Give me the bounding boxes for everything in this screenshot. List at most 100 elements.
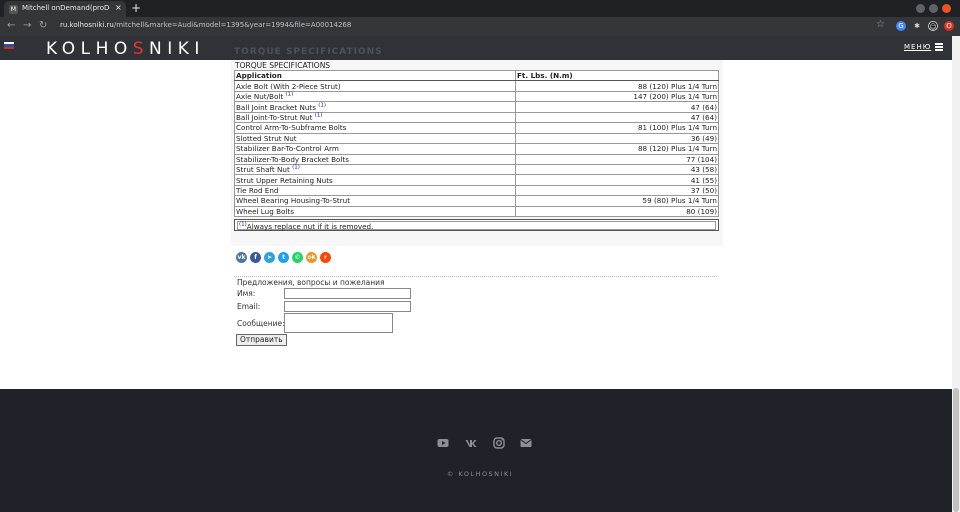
footnote: (1)Always replace nut if it is removed. <box>237 221 716 231</box>
browser-tab-bar: M Mitchell onDemand(proDe × + <box>0 0 960 17</box>
opera-extension-icon[interactable]: O <box>944 21 954 31</box>
application-text: Axle Nut/Bolt <box>236 92 284 102</box>
application-text: Wheel Bearing Housing-To-Strut <box>236 196 351 206</box>
favicon-icon: M <box>9 5 18 14</box>
application-cell: Tie Rod End <box>234 184 516 197</box>
application-text: Slotted Strut Nut <box>236 133 297 143</box>
close-window-icon[interactable] <box>942 4 951 13</box>
application-text: Tie Rod End <box>236 186 279 196</box>
application-cell: Ball Joint-To-Strut Nut (1) <box>234 111 516 124</box>
menu-link[interactable]: МЕНЮ <box>904 43 931 51</box>
forward-icon[interactable]: → <box>23 20 31 32</box>
torque-value-cell: 77 (104) <box>515 153 719 165</box>
hamburger-menu-icon[interactable] <box>935 43 943 52</box>
divider <box>234 276 717 277</box>
site-logo[interactable]: KOLHOSNIKI <box>46 39 205 59</box>
message-textarea[interactable] <box>284 313 393 333</box>
application-text: Strut Shaft Nut <box>236 165 290 175</box>
new-tab-button[interactable]: + <box>131 1 141 15</box>
email-input[interactable] <box>284 301 411 312</box>
reddit-share-icon[interactable]: r <box>320 252 331 263</box>
logo-suffix: NIKI <box>149 39 205 59</box>
table-row: Tie Rod End 37 (50) <box>234 184 719 197</box>
message-label: Сообщение: <box>237 319 285 328</box>
vk-share-icon[interactable]: vk <box>236 252 247 263</box>
twitter-share-icon[interactable]: t <box>278 252 289 263</box>
tab-close-icon[interactable]: × <box>115 3 122 12</box>
column-header-application: Application <box>234 69 516 82</box>
torque-value-cell: 80 (109) <box>515 205 719 218</box>
russian-flag-icon[interactable] <box>4 42 14 49</box>
torque-value-cell: 43 (58) <box>515 163 719 176</box>
footnote-text: Always replace nut if it is removed. <box>246 222 374 231</box>
torque-value-cell: 59 (80) Plus 1/4 Turn <box>515 195 719 207</box>
url-path: /mitchell&marke=Audi&model=1395&year=199… <box>113 21 352 29</box>
extensions-puzzle-icon[interactable]: ✱ <box>912 21 922 31</box>
feedback-form-title: Предложения, вопросы и пожелания <box>237 278 385 287</box>
back-icon[interactable]: ← <box>7 20 15 32</box>
application-text: Wheel Lug Bolts <box>236 206 294 216</box>
name-input[interactable] <box>284 288 411 299</box>
minimize-icon[interactable] <box>916 4 925 13</box>
submit-button[interactable]: Отправить <box>236 334 287 346</box>
table-row: Strut Upper Retaining Nuts 41 (55) <box>234 174 719 186</box>
torque-value-cell: 81 (100) Plus 1/4 Turn <box>515 122 719 134</box>
application-text: Axle Bolt (With 2-Piece Strut) <box>236 81 341 91</box>
table-row: Axle Bolt (With 2-Piece Strut) 88 (120) P… <box>234 80 719 92</box>
table-row: Ball Joint Bracket Nuts (1) 47 (64) <box>234 101 719 113</box>
instagram-icon[interactable] <box>493 437 505 449</box>
scrollbar-thumb[interactable] <box>953 388 959 512</box>
profile-avatar[interactable]: ☺ <box>928 21 938 31</box>
bookmark-star-icon[interactable]: ☆ <box>876 19 885 31</box>
application-cell: Stabilizer Bar-To-Control Arm <box>234 143 516 155</box>
tab-title: Mitchell onDemand(proDe <box>22 4 110 12</box>
torque-value-cell: 37 (50) <box>515 184 719 197</box>
reload-icon[interactable]: ↻ <box>39 20 47 32</box>
email-label: Email: <box>237 302 261 311</box>
footnote-link[interactable]: (1) <box>318 102 326 108</box>
browser-tab[interactable]: M Mitchell onDemand(proDe × <box>4 1 126 17</box>
vk-icon[interactable] <box>465 437 477 449</box>
application-text: Stabilizer-To-Body Bracket Bolts <box>236 154 349 164</box>
address-bar: ← → ↻ ru.kolhosniki.ru/mitchell&marke=Au… <box>0 17 960 36</box>
logo-accent: S <box>132 39 150 59</box>
table-row: Strut Shaft Nut (1) 43 (58) <box>234 163 719 176</box>
application-text: Ball Joint-To-Strut Nut <box>236 112 313 122</box>
application-cell: Wheel Lug Bolts <box>234 205 516 218</box>
table-row: Wheel Bearing Housing-To-Strut 59 (80) Pl… <box>234 195 719 207</box>
site-footer <box>0 389 960 512</box>
footnote-link[interactable]: (1) <box>292 165 300 171</box>
torque-value-cell: 41 (55) <box>515 174 719 186</box>
odnoklassniki-share-icon[interactable]: ok <box>306 252 317 263</box>
copyright: © KOLHOSNIKI <box>446 470 514 478</box>
table-row: Wheel Lug Bolts 80 (109) <box>234 205 719 218</box>
telegram-share-icon[interactable]: ➤ <box>264 252 275 263</box>
table-body: Axle Bolt (With 2-Piece Strut) 88 (120) P… <box>234 80 719 218</box>
section-title: TORQUE SPECIFICATIONS <box>235 61 331 70</box>
application-cell: Wheel Bearing Housing-To-Strut <box>234 195 516 207</box>
facebook-share-icon[interactable]: f <box>250 252 261 263</box>
footnote-link[interactable]: (1) <box>286 92 294 98</box>
table-header-row: Application Ft. Lbs. (N.m) <box>234 69 719 82</box>
table-row: Stabilizer Bar-To-Control Arm 88 (120) Pl… <box>234 143 719 155</box>
table-row: Stabilizer-To-Body Bracket Bolts 77 (104) <box>234 153 719 165</box>
torque-value-cell: 88 (120) Plus 1/4 Turn <box>515 80 719 92</box>
translate-extension-icon[interactable]: G <box>896 21 906 31</box>
maximize-icon[interactable] <box>929 4 938 13</box>
application-text: Control Arm-To-Subframe Bolts <box>236 123 347 133</box>
torque-spec-table: Application Ft. Lbs. (N.m) Axle Bolt (Wi… <box>234 69 719 218</box>
url-field[interactable]: ru.kolhosniki.ru/mitchell&marke=Audi&mod… <box>60 21 351 29</box>
whatsapp-share-icon[interactable]: ✆ <box>292 252 303 263</box>
application-text: Ball Joint Bracket Nuts <box>236 102 316 112</box>
application-cell: Axle Nut/Bolt (1) <box>234 90 516 103</box>
application-cell: Strut Shaft Nut (1) <box>234 163 516 176</box>
application-cell: Slotted Strut Nut <box>234 132 516 145</box>
youtube-icon[interactable] <box>437 437 449 449</box>
footnote-marker: (1) <box>239 221 247 228</box>
torque-value-cell: 47 (64) <box>515 101 719 113</box>
logo-prefix: KOLHO <box>46 39 133 59</box>
footnote-link[interactable]: (1) <box>315 113 323 119</box>
email-icon[interactable] <box>520 437 532 449</box>
application-cell: Strut Upper Retaining Nuts <box>234 174 516 186</box>
url-domain: ru.kolhosniki.ru <box>60 21 114 29</box>
